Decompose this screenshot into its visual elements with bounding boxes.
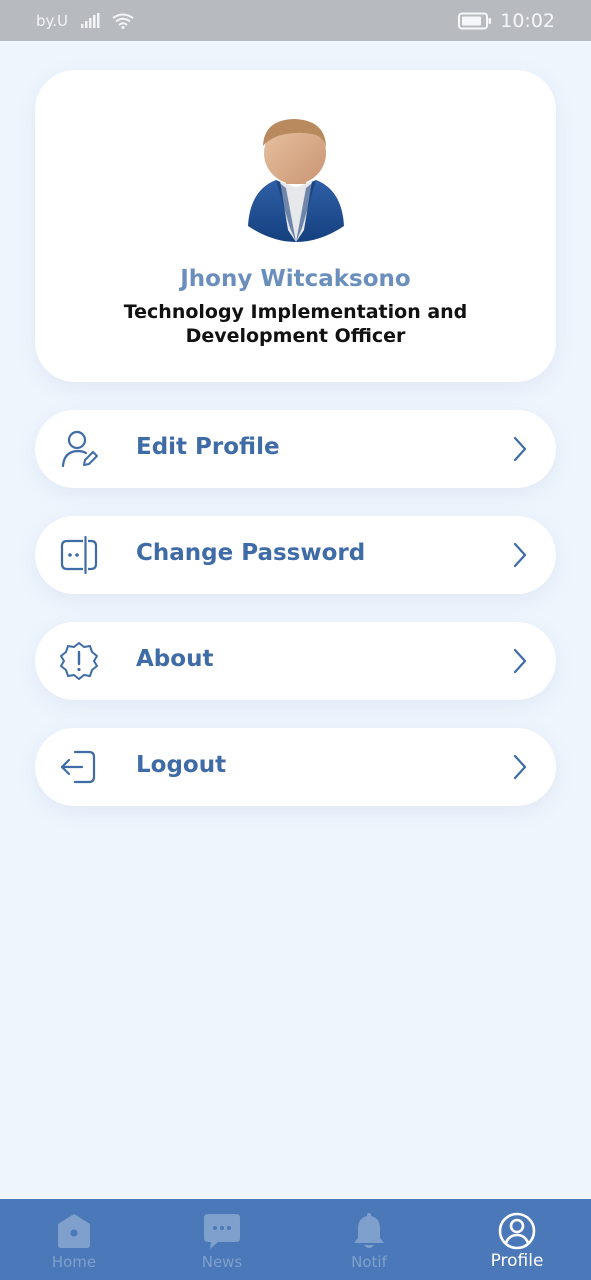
nav-notif-label: Notif bbox=[351, 1253, 387, 1271]
status-bar: by.U 10:02 bbox=[0, 0, 591, 41]
profile-job-title: Technology Implementation and Developmen… bbox=[123, 301, 468, 347]
info-badge-icon bbox=[60, 642, 98, 680]
logout-button[interactable]: Logout bbox=[35, 728, 556, 806]
chevron-right-icon bbox=[513, 754, 527, 780]
nav-notif[interactable]: Notif bbox=[295, 1199, 443, 1280]
status-right: 10:02 bbox=[458, 10, 555, 32]
bottom-nav: Home News Notif Profile bbox=[0, 1199, 591, 1280]
password-icon bbox=[60, 535, 98, 575]
nav-news[interactable]: News bbox=[148, 1199, 296, 1280]
edit-profile-button[interactable]: Edit Profile bbox=[35, 410, 556, 488]
chevron-right-icon bbox=[513, 542, 527, 568]
profile-screen: by.U 10:02 Jhony Witcaksono Technology I… bbox=[0, 0, 591, 1280]
chevron-right-icon bbox=[513, 648, 527, 674]
home-icon bbox=[58, 1214, 90, 1248]
about-button[interactable]: About bbox=[35, 622, 556, 700]
about-label: About bbox=[136, 646, 214, 672]
nav-home-label: Home bbox=[51, 1253, 97, 1271]
profile-card: Jhony Witcaksono Technology Implementati… bbox=[35, 70, 556, 382]
nav-home[interactable]: Home bbox=[0, 1199, 148, 1280]
user-edit-icon bbox=[61, 430, 98, 468]
chevron-right-icon bbox=[513, 436, 527, 462]
clock-time: 10:02 bbox=[500, 9, 555, 32]
logout-icon bbox=[60, 750, 96, 784]
nav-news-label: News bbox=[201, 1253, 243, 1271]
profile-name: Jhony Witcaksono bbox=[180, 266, 411, 292]
change-password-label: Change Password bbox=[136, 540, 366, 566]
carrier-label: by.U bbox=[36, 11, 69, 30]
chat-icon bbox=[204, 1214, 240, 1249]
person-avatar-icon bbox=[248, 119, 344, 242]
bell-icon bbox=[354, 1213, 384, 1248]
nav-profile[interactable]: Profile bbox=[443, 1199, 591, 1280]
edit-profile-label: Edit Profile bbox=[136, 434, 280, 460]
signal-icon bbox=[81, 12, 100, 28]
logout-label: Logout bbox=[136, 752, 227, 778]
status-left: by.U bbox=[36, 12, 134, 30]
nav-profile-label: Profile bbox=[490, 1251, 544, 1271]
battery-icon bbox=[458, 12, 492, 29]
profile-icon bbox=[498, 1212, 536, 1250]
wifi-icon bbox=[112, 13, 134, 29]
change-password-button[interactable]: Change Password bbox=[35, 516, 556, 594]
